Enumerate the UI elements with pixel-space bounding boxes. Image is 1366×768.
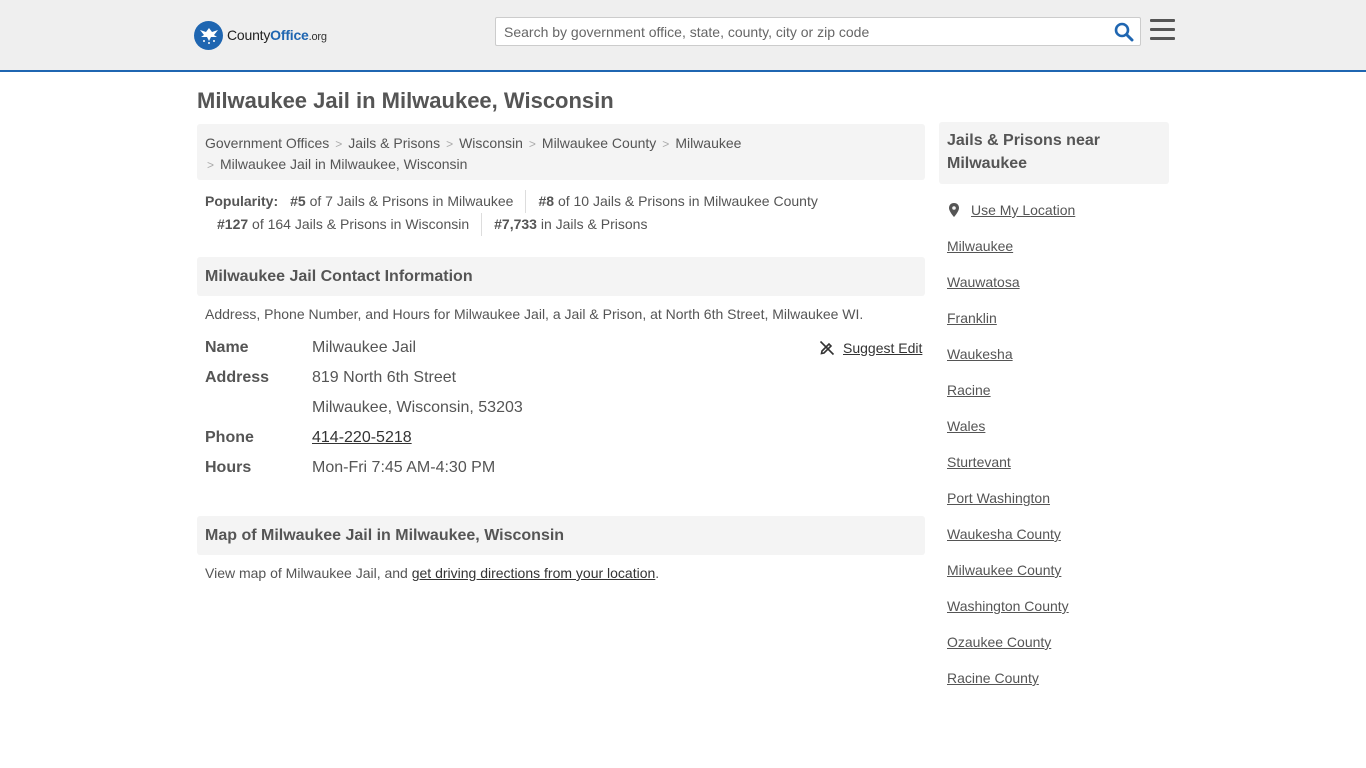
nearby-link[interactable]: Racine County xyxy=(947,668,1069,704)
address-line1: 819 North 6th Street xyxy=(312,369,457,386)
breadcrumb-jails-prisons[interactable]: Jails & Prisons xyxy=(348,135,440,151)
map-heading: Map of Milwaukee Jail in Milwaukee, Wisc… xyxy=(197,516,925,555)
breadcrumb-government-offices[interactable]: Government Offices xyxy=(205,135,329,151)
contact-info: Name Milwaukee Jail Suggest Edit Address… xyxy=(205,333,925,483)
contact-description: Address, Phone Number, and Hours for Mil… xyxy=(205,306,864,322)
breadcrumb: Government Offices > Jails & Prisons > Wisco… xyxy=(197,124,925,180)
chevron-right-icon: > xyxy=(335,137,343,151)
breadcrumb-milwaukee[interactable]: Milwaukee xyxy=(675,135,741,151)
nearby-link[interactable]: Waukesha County xyxy=(947,524,1069,560)
popularity-item: #8 of 10 Jails & Prisons in Milwaukee Co… xyxy=(538,193,818,209)
phone-link[interactable]: 414-220-5218 xyxy=(312,429,412,446)
logo-text: CountyOffice.org xyxy=(227,27,327,43)
popularity: Popularity: #5 of 7 Jails & Prisons in M… xyxy=(205,190,925,236)
logo[interactable]: CountyOffice.org xyxy=(194,20,327,50)
popularity-item: #7,733 in Jails & Prisons xyxy=(494,216,648,232)
map-description: View map of Milwaukee Jail, and get driv… xyxy=(205,565,660,581)
phone-row: Phone 414-220-5218 xyxy=(205,429,412,446)
hamburger-menu-icon[interactable] xyxy=(1150,19,1175,41)
nearby-link[interactable]: Ozaukee County xyxy=(947,632,1069,668)
use-my-location-link[interactable]: Use My Location xyxy=(971,200,1075,220)
breadcrumb-current: Milwaukee Jail in Milwaukee, Wisconsin xyxy=(220,156,468,172)
chevron-right-icon: > xyxy=(207,158,215,172)
chevron-right-icon: > xyxy=(446,137,454,151)
nearby-list: Milwaukee Wauwatosa Franklin Waukesha Ra… xyxy=(947,236,1069,704)
address-row-2: Milwaukee, Wisconsin, 53203 xyxy=(205,393,925,423)
nearby-link[interactable]: Port Washington xyxy=(947,488,1069,524)
nearby-link[interactable]: Washington County xyxy=(947,596,1069,632)
site-header: CountyOffice.org xyxy=(0,0,1366,72)
popularity-item: #5 of 7 Jails & Prisons in Milwaukee xyxy=(290,190,527,213)
popularity-item: #127 of 164 Jails & Prisons in Wisconsin xyxy=(205,213,483,236)
nearby-link[interactable]: Milwaukee County xyxy=(947,560,1069,596)
nearby-link[interactable]: Sturtevant xyxy=(947,452,1069,488)
breadcrumb-milwaukee-county[interactable]: Milwaukee County xyxy=(542,135,656,151)
page-title: Milwaukee Jail in Milwaukee, Wisconsin xyxy=(197,88,614,113)
address-row: Address 819 North 6th Street xyxy=(205,363,925,393)
nearby-link[interactable]: Racine xyxy=(947,380,1069,416)
search-icon xyxy=(1114,22,1134,42)
search-button[interactable] xyxy=(1114,22,1134,42)
name-row: Name Milwaukee Jail Suggest Edit xyxy=(205,333,925,363)
nearby-link[interactable]: Wales xyxy=(947,416,1069,452)
search-input[interactable] xyxy=(496,18,1106,45)
use-my-location[interactable]: Use My Location xyxy=(947,200,1075,220)
hours-row: Hours Mon-Fri 7:45 AM-4:30 PM xyxy=(205,453,925,483)
search-box xyxy=(495,17,1141,46)
nearby-link[interactable]: Milwaukee xyxy=(947,236,1069,272)
nearby-link[interactable]: Waukesha xyxy=(947,344,1069,380)
sidebar-heading: Jails & Prisons near Milwaukee xyxy=(939,122,1169,184)
driving-directions-link[interactable]: get driving directions from your locatio… xyxy=(412,565,656,581)
office-name: Milwaukee Jail xyxy=(312,339,417,356)
suggest-edit-link[interactable]: Suggest Edit xyxy=(843,333,922,363)
edit-off-icon xyxy=(819,340,835,356)
office-hours: Mon-Fri 7:45 AM-4:30 PM xyxy=(312,459,496,476)
chevron-right-icon: > xyxy=(662,137,670,151)
popularity-label: Popularity: xyxy=(205,193,279,209)
breadcrumb-wisconsin[interactable]: Wisconsin xyxy=(459,135,523,151)
suggest-edit[interactable]: Suggest Edit xyxy=(819,333,922,363)
contact-heading: Milwaukee Jail Contact Information xyxy=(197,257,925,296)
nearby-link[interactable]: Wauwatosa xyxy=(947,272,1069,308)
location-pin-icon xyxy=(949,203,959,217)
address-line2: Milwaukee, Wisconsin, 53203 xyxy=(312,399,523,416)
nearby-link[interactable]: Franklin xyxy=(947,308,1069,344)
chevron-right-icon: > xyxy=(528,137,536,151)
eagle-logo-icon xyxy=(194,20,223,50)
